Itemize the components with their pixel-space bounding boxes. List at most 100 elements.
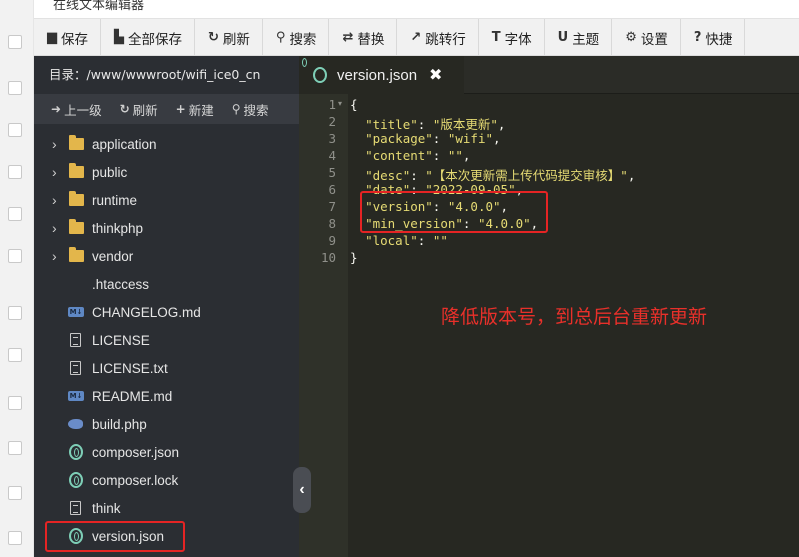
editor-tab-bar: version.json ✖	[299, 56, 799, 94]
settings-label: 设置	[640, 31, 668, 48]
refresh-label: 刷新	[222, 31, 250, 48]
row-checkbox[interactable]	[8, 396, 22, 410]
code-line[interactable]: {	[350, 97, 358, 112]
editor-toolbar: ▆ 保存 ▙ 全部保存 ↻ 刷新 ⚲ 搜索 ⇄ 替换 ↗ 跳转行 T 字体 U 主题 ⚙ 设置 ?…	[34, 19, 799, 56]
refresh-icon: ↻	[208, 30, 219, 45]
search-button[interactable]: ⚲ 搜索	[263, 19, 330, 55]
json-value: ""	[432, 233, 448, 248]
row-checkbox[interactable]	[8, 123, 22, 137]
chevron-right-icon[interactable]: ›	[34, 192, 57, 208]
window-title: 在线文本编辑器	[53, 0, 145, 13]
line-number: 4	[328, 148, 336, 163]
selected-file-highlight	[45, 521, 185, 552]
close-icon[interactable]: ✖	[429, 65, 442, 85]
refresh-icon: ↻	[119, 102, 130, 116]
tree-item-label: LICENSE.txt	[92, 360, 168, 376]
chevron-right-icon[interactable]: ›	[34, 164, 57, 180]
row-checkbox[interactable]	[8, 348, 22, 362]
goto-line-button[interactable]: ↗ 跳转行	[397, 19, 479, 55]
json-value: "wifi"	[447, 131, 494, 146]
theme-button[interactable]: U 主题	[545, 19, 613, 55]
tree-folder-thinkphp[interactable]: › thinkphp	[34, 214, 299, 242]
new-file-button[interactable]: + 新建	[176, 100, 214, 119]
save-button[interactable]: ▆ 保存	[34, 19, 101, 55]
refresh-button[interactable]: ↻ 刷新	[195, 19, 263, 55]
line-number: 9	[328, 233, 336, 248]
json-value: ""	[447, 148, 463, 163]
replace-button[interactable]: ⇄ 替换	[329, 19, 398, 55]
code-line[interactable]: "content": "",	[350, 148, 470, 163]
tree-item-label: README.md	[92, 388, 173, 404]
chevron-right-icon[interactable]: ›	[34, 220, 57, 236]
new-file-label: 新建	[188, 102, 214, 118]
tree-file-htaccess[interactable]: .htaccess	[34, 270, 299, 298]
text-file-icon	[70, 361, 81, 375]
tree-item-label: composer.lock	[92, 472, 179, 488]
save-all-label: 全部保存	[128, 31, 182, 48]
sidebar-refresh-button[interactable]: ↻ 刷新	[120, 100, 158, 119]
tree-folder-public[interactable]: › public	[34, 158, 299, 186]
collapse-sidebar-button[interactable]: ‹	[293, 467, 311, 513]
tree-item-label: runtime	[92, 192, 138, 208]
tree-folder-runtime[interactable]: › runtime	[34, 186, 299, 214]
tree-item-label: public	[92, 164, 128, 180]
window-title-bar: 在线文本编辑器	[34, 0, 799, 19]
row-checkbox[interactable]	[8, 81, 22, 95]
code-brace: }	[350, 250, 358, 265]
code-line[interactable]: "local": ""	[350, 233, 448, 248]
line-number: 1	[328, 97, 336, 112]
chevron-right-icon[interactable]: ›	[34, 248, 57, 264]
row-checkbox[interactable]	[8, 207, 22, 221]
tree-folder-application[interactable]: › application	[34, 130, 299, 158]
row-checkbox[interactable]	[8, 306, 22, 320]
tree-item-label: build.php	[92, 416, 147, 432]
up-level-button[interactable]: ➜ 上一级	[51, 100, 102, 119]
tab-version-json[interactable]: version.json ✖	[299, 56, 464, 94]
row-checkbox[interactable]	[8, 249, 22, 263]
line-number: 10	[320, 250, 336, 265]
markdown-file-icon: M↓	[68, 391, 84, 401]
font-button[interactable]: T 字体	[479, 19, 545, 55]
code-line[interactable]: "package": "wifi",	[350, 131, 500, 146]
row-checkbox[interactable]	[8, 531, 22, 545]
sidebar-search-button[interactable]: ⚲ 搜索	[232, 100, 269, 119]
tree-file-license-txt[interactable]: LICENSE.txt	[34, 354, 299, 382]
json-value: "版本更新"	[432, 117, 498, 132]
tree-file-license[interactable]: LICENSE	[34, 326, 299, 354]
row-checkbox-gutter	[0, 0, 34, 557]
row-checkbox[interactable]	[8, 441, 22, 455]
tab-filename: version.json	[337, 66, 418, 84]
row-checkbox[interactable]	[8, 165, 22, 179]
save-all-button[interactable]: ▙ 全部保存	[101, 19, 195, 55]
directory-path: 目录：/www/wwwroot/wifi_ice0_cn	[49, 67, 261, 82]
file-sidebar: 目录：/www/wwwroot/wifi_ice0_cn ➜ 上一级 ↻ 刷新 + 新…	[34, 56, 299, 557]
tree-file-think[interactable]: think	[34, 494, 299, 522]
line-number: 8	[328, 216, 336, 231]
row-checkbox[interactable]	[8, 35, 22, 49]
tree-folder-vendor[interactable]: › vendor	[34, 242, 299, 270]
chevron-right-icon[interactable]: ›	[34, 136, 57, 152]
folder-icon	[69, 135, 84, 150]
replace-icon: ⇄	[342, 30, 354, 45]
code-line[interactable]: }	[350, 250, 358, 265]
save-icon: ▆	[47, 30, 57, 45]
tree-file-composer-json[interactable]: composer.json	[34, 438, 299, 466]
tree-file-readme[interactable]: M↓ README.md	[34, 382, 299, 410]
shortcuts-button[interactable]: ? 快捷	[681, 19, 746, 55]
tree-item-label: application	[92, 136, 157, 152]
tree-item-label: vendor	[92, 248, 134, 264]
search-icon: ⚲	[275, 30, 286, 45]
tree-item-label: composer.json	[92, 444, 180, 460]
tree-file-composer-lock[interactable]: composer.lock	[34, 466, 299, 494]
tree-file-build-php[interactable]: build.php	[34, 410, 299, 438]
save-label: 保存	[61, 31, 88, 48]
line-number: 7	[328, 199, 336, 214]
sidebar-toolbar: ➜ 上一级 ↻ 刷新 + 新建 ⚲ 搜索	[34, 94, 299, 124]
up-level-label: 上一级	[64, 102, 102, 118]
settings-button[interactable]: ⚙ 设置	[612, 19, 681, 55]
fold-arrow-icon[interactable]: ▾	[338, 99, 342, 108]
row-checkbox[interactable]	[8, 486, 22, 500]
tree-file-changelog[interactable]: M↓ CHANGELOG.md	[34, 298, 299, 326]
goto-line-label: 跳转行	[425, 31, 466, 48]
search-icon: ⚲	[231, 102, 241, 116]
